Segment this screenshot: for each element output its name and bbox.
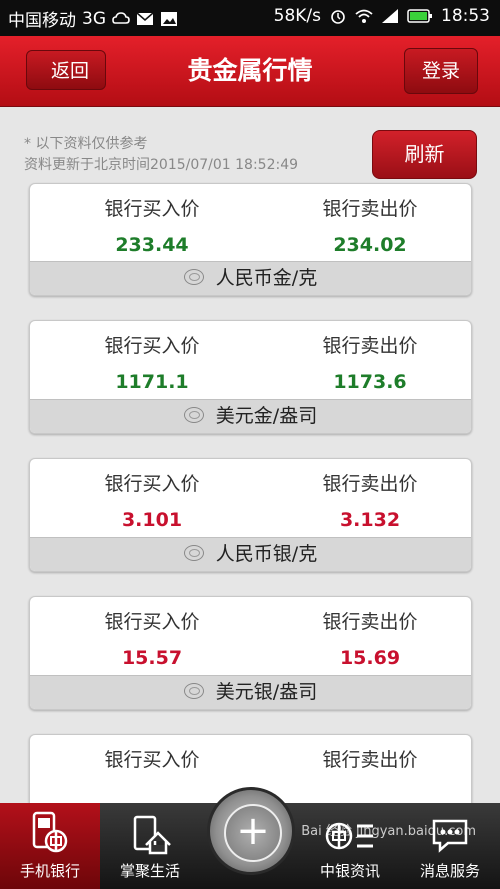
center-plus-button[interactable]: + bbox=[207, 787, 295, 875]
sell-price-label: 银行卖出价 bbox=[322, 749, 418, 771]
buy-price-label: 银行买入价 bbox=[104, 473, 200, 495]
sell-price-value: 1173.6 bbox=[333, 371, 407, 393]
coin-icon bbox=[183, 682, 204, 699]
product-name: 美元银/盎司 bbox=[215, 681, 318, 703]
price-card-usd-silver[interactable]: 银行买入价 银行卖出价 15.57 15.69 美元银/盎司 bbox=[29, 596, 472, 710]
network-speed: 58K/s bbox=[273, 6, 321, 26]
price-card-usd-gold[interactable]: 银行买入价 银行卖出价 1171.1 1173.6 美元金/盎司 bbox=[29, 320, 472, 434]
mail-icon bbox=[136, 11, 154, 25]
cloud-sync-icon bbox=[112, 11, 130, 24]
sell-price-label: 银行卖出价 bbox=[322, 473, 418, 495]
sell-price-label: 银行卖出价 bbox=[322, 611, 418, 633]
phone-bank-icon bbox=[32, 811, 68, 853]
back-button[interactable]: 返回 bbox=[26, 50, 106, 90]
nav-label: 掌聚生活 bbox=[119, 862, 180, 880]
watermark: Bai 经验 jingyan.baidu.com bbox=[301, 824, 476, 839]
nav-label: 中银资讯 bbox=[319, 862, 380, 880]
product-name: 人民币金/克 bbox=[215, 267, 318, 289]
product-name-bar: 人民币金/克 bbox=[30, 261, 471, 295]
buy-price-value: 233.44 bbox=[115, 234, 189, 256]
status-bar: 中国移动 3G 58K/s 18:53 bbox=[0, 0, 500, 36]
nav-label: 手机银行 bbox=[19, 862, 80, 880]
price-card-cny-gold[interactable]: 银行买入价 银行卖出价 233.44 234.02 人民币金/克 bbox=[29, 183, 472, 296]
nav-item-life[interactable]: 掌聚生活 bbox=[100, 803, 200, 889]
buy-price-label: 银行买入价 bbox=[104, 198, 200, 220]
network-type: 3G bbox=[82, 8, 106, 29]
product-name: 美元金/盎司 bbox=[215, 405, 318, 427]
coin-icon bbox=[183, 544, 204, 561]
buy-price-label: 银行买入价 bbox=[104, 335, 200, 357]
signal-icon bbox=[382, 9, 398, 23]
clock: 18:53 bbox=[441, 6, 490, 26]
refresh-button[interactable]: 刷新 bbox=[372, 130, 477, 179]
plus-icon: + bbox=[224, 804, 282, 862]
disclaimer-text: * 以下资料仅供参考 bbox=[24, 136, 148, 152]
sell-price-label: 银行卖出价 bbox=[322, 335, 418, 357]
app-header: 贵金属行情 返回 登录 bbox=[0, 36, 500, 107]
price-card-cny-silver[interactable]: 银行买入价 银行卖出价 3.101 3.132 人民币银/克 bbox=[29, 458, 472, 572]
nav-item-messages[interactable]: 消息服务 bbox=[400, 803, 500, 889]
login-button[interactable]: 登录 bbox=[404, 48, 478, 94]
wifi-icon bbox=[355, 9, 373, 23]
carrier-name: 中国移动 bbox=[8, 11, 76, 31]
alarm-icon bbox=[331, 10, 345, 24]
buy-price-value: 3.101 bbox=[121, 509, 183, 531]
nav-item-boc-news[interactable]: 中银资讯 bbox=[300, 803, 400, 889]
sell-price-label: 银行卖出价 bbox=[322, 198, 418, 220]
sell-price-value: 15.69 bbox=[339, 647, 401, 669]
product-name-bar: 人民币银/克 bbox=[30, 537, 471, 571]
battery-icon bbox=[407, 9, 432, 23]
product-name: 人民币银/克 bbox=[215, 543, 318, 565]
coin-icon bbox=[183, 406, 204, 423]
product-name-bar: 美元金/盎司 bbox=[30, 399, 471, 433]
buy-price-value: 1171.1 bbox=[115, 371, 189, 393]
sell-price-value: 3.132 bbox=[339, 509, 401, 531]
coin-icon bbox=[183, 268, 204, 285]
nav-item-mobile-banking[interactable]: 手机银行 bbox=[0, 803, 100, 889]
buy-price-label: 银行买入价 bbox=[104, 749, 200, 771]
buy-price-value: 15.57 bbox=[121, 647, 183, 669]
buy-price-label: 银行买入价 bbox=[104, 611, 200, 633]
nav-label: 消息服务 bbox=[419, 862, 480, 880]
image-icon bbox=[161, 11, 177, 26]
sell-price-value: 234.02 bbox=[333, 234, 407, 256]
product-name-bar: 美元银/盎司 bbox=[30, 675, 471, 709]
home-icon bbox=[133, 815, 171, 855]
update-time-text: 资料更新于北京时间2015/07/01 18:52:49 bbox=[24, 157, 299, 173]
